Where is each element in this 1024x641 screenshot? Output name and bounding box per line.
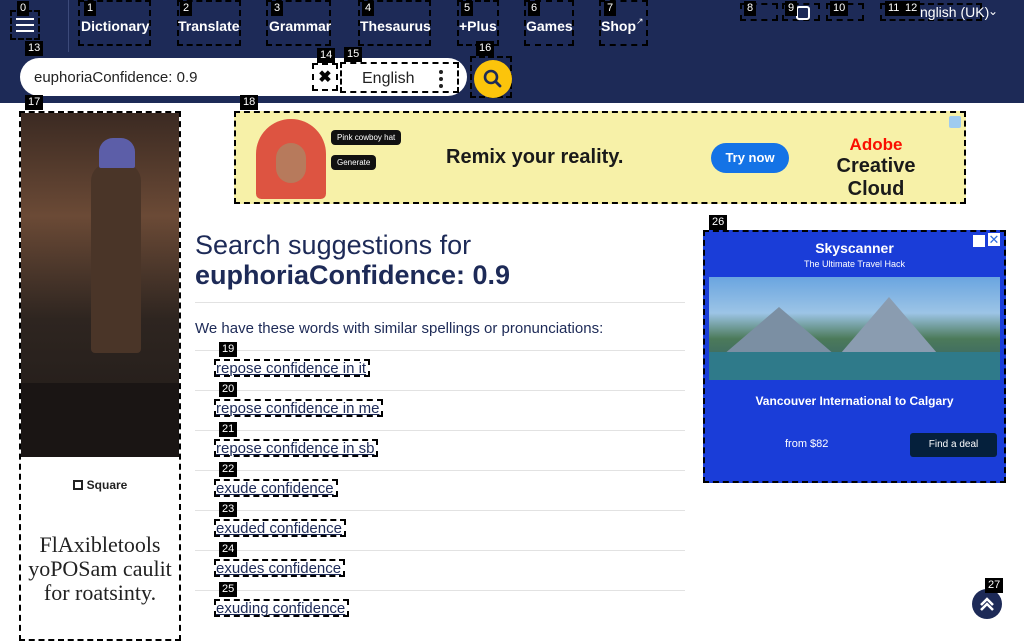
nav-shop-badge: 7 [604,1,617,16]
suggestion-badge: 22 [219,462,238,477]
language-label: nglish (UK) [920,4,990,20]
chevron-down-icon: ⌄ [988,4,999,18]
ad-banner-badge: 18 [240,95,259,110]
nav-translate-badge: 2 [180,1,193,16]
ad-banner-chip1: Pink cowboy hat [331,130,402,145]
clear-button[interactable]: ✖ [312,63,338,91]
ad-banner-headline: Remix your reality. [446,146,624,168]
icon-badge-11: 11 [885,1,903,16]
suggestion-badge: 21 [219,422,238,437]
suggestion-badge: 23 [219,502,238,517]
nav-translate-label: Translate [178,18,240,34]
suggestion-link[interactable]: repose confidence in sb [214,439,379,457]
language-badge: 12 [902,1,921,16]
more-vertical-icon [439,70,443,91]
ad-left[interactable]: Square FlAxibletools yoPOSam caulit for … [19,111,181,641]
suggestion-badge: 25 [219,582,238,597]
nav-plus-label: +Plus [459,18,497,34]
suggestion-badge: 24 [219,542,238,557]
suggestions-intro: We have these words with similar spellin… [195,320,604,337]
row-divider [195,430,685,431]
nav-dictionary-label: Dictionary [81,18,150,34]
ad-right-route: Vancouver International to Calgary [755,394,954,408]
ad-choices-icon [973,235,985,247]
nav-thesaurus-label: Thesaurus [360,18,431,34]
search-button-circle [474,60,512,98]
suggestion-link[interactable]: exuding confidence [214,599,350,617]
ad-right-tagline: The Ultimate Travel Hack [803,259,906,269]
row-divider [195,510,685,511]
row-divider [195,590,685,591]
ad-left-text: FlAxibletools yoPOSam caulit for roatsin… [28,532,172,605]
row-divider [195,390,685,391]
ad-left-brand-text: Square [86,478,128,492]
nav-grammar-badge: 3 [271,1,284,16]
ad-banner-brand: Adobe [849,135,903,154]
search-icon [483,69,502,88]
ad-banner-chip2: Generate [331,155,377,170]
suggestion-link[interactable]: exude confidence [214,479,338,497]
ad-right-badge: 26 [709,215,728,230]
back-to-top-button[interactable] [972,589,1002,619]
nav-games-label: Games [526,18,573,34]
page-title-line2: euphoriaConfidence: 0.9 [195,260,511,290]
clear-badge: 14 [317,48,336,63]
search-button-badge: 16 [476,41,495,56]
search-badge: 13 [25,41,44,56]
icon-badge-10: 10 [830,1,849,16]
square-logo-icon [72,480,83,490]
nav-dictionary-badge: 1 [84,1,97,16]
ad-right-button[interactable]: Find a deal [910,433,997,457]
title-divider [195,302,685,303]
dictionary-select[interactable]: English [340,62,459,93]
suggestion-link[interactable]: exudes confidence [214,559,346,577]
suggestion-badge: 20 [219,382,238,397]
external-link-icon: ↗ [636,16,644,26]
ad-right-photo [709,277,1000,380]
ad-right-price: from $82 [785,438,829,450]
nav-games-badge: 6 [528,1,541,16]
header-divider [68,0,69,52]
row-divider [195,550,685,551]
dictionary-select-label: English [362,70,415,87]
suggestion-link[interactable]: exuded confidence [214,519,346,537]
search-input[interactable] [34,66,304,88]
search-button[interactable] [470,56,512,98]
suggestion-badge: 19 [219,342,238,357]
suggestion-link[interactable]: repose confidence in it [214,359,371,377]
ad-choices-icon [949,116,961,128]
nav-grammar-label: Grammar [269,18,332,34]
ad-banner-button[interactable]: Try now [711,143,789,173]
ad-left-badge: 17 [25,95,44,110]
dictionary-badge: 15 [344,47,363,62]
suggestion-link[interactable]: repose confidence in me [214,399,384,417]
row-divider [195,470,685,471]
icon-badge-9: 9 [785,1,798,16]
ad-left-brand: Square [21,478,179,492]
icon-badge-8: 8 [744,1,757,16]
site-header [0,0,1024,52]
ad-banner-product: Creative Cloud [836,155,916,200]
ad-left-photo [21,113,179,457]
ad-right[interactable]: Skyscanner The Ultimate Travel Hack Vanc… [703,230,1006,483]
page-title: Search suggestions for euphoriaConfidenc… [195,230,685,290]
ad-right-brand: Skyscanner [815,240,894,256]
ad-banner[interactable]: Pink cowboy hat Generate Remix your real… [234,111,966,204]
menu-badge: 0 [17,1,30,16]
nav-shop-label: Shop [601,18,636,34]
nav-thesaurus-badge: 4 [362,1,375,16]
ad-close-icon[interactable]: ✕ [988,233,1000,246]
chevron-up-icon [980,597,994,611]
row-divider [195,350,685,351]
back-to-top-badge: 27 [985,578,1004,593]
page-title-line1: Search suggestions for [195,230,472,260]
close-icon: ✖ [318,69,332,86]
nav-plus-badge: 5 [461,1,474,16]
